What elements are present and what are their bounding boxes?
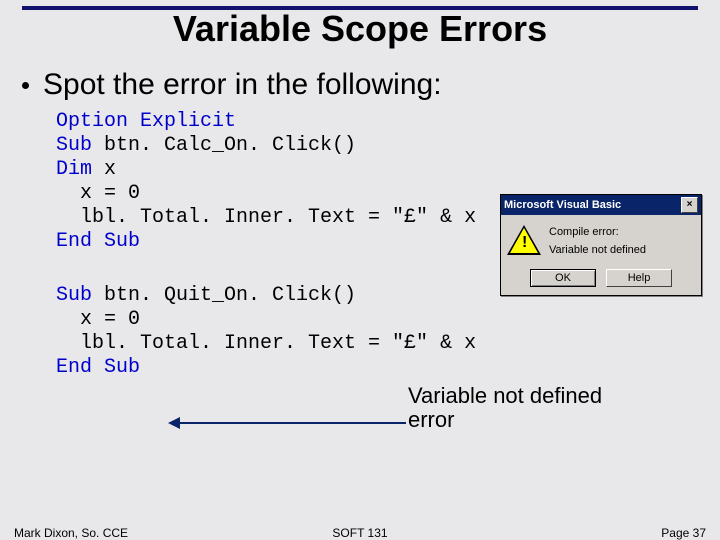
slide-footer: Mark Dixon, So. CCE SOFT 131 Page 37 — [0, 526, 720, 540]
dialog-msg-line1: Compile error: — [549, 225, 646, 239]
slide-title: Variable Scope Errors — [0, 8, 720, 50]
kw-sub-2: Sub — [56, 284, 92, 307]
ok-button[interactable]: OK — [530, 269, 596, 287]
close-icon[interactable]: × — [681, 197, 698, 213]
dialog-msg-line2: Variable not defined — [549, 243, 646, 257]
dim-var: x — [92, 158, 116, 181]
kw-option-explicit: Option Explicit — [56, 110, 236, 133]
annotation-arrow — [178, 422, 406, 424]
footer-left: Mark Dixon, So. CCE — [14, 526, 128, 540]
kw-end-sub-1: End Sub — [56, 230, 140, 253]
code-block-2: Sub btn. Quit_On. Click() x = 0 lbl. Tot… — [56, 284, 720, 380]
code1-l5: lbl. Total. Inner. Text = "£" & x — [56, 206, 476, 229]
annot-line1: Variable not defined — [408, 383, 602, 408]
kw-sub-1: Sub — [56, 134, 92, 157]
error-dialog: Microsoft Visual Basic × ! Compile error… — [500, 194, 702, 296]
kw-end-sub-2: End Sub — [56, 356, 140, 379]
footer-center: SOFT 131 — [332, 526, 387, 540]
annotation-label: Variable not defined error — [408, 384, 602, 432]
dialog-buttons: OK Help — [501, 265, 701, 295]
dialog-titlebar[interactable]: Microsoft Visual Basic × — [501, 195, 701, 215]
warning-icon: ! — [507, 225, 541, 259]
bullet-text: Spot the error in the following: — [43, 68, 442, 102]
bullet-icon — [22, 82, 29, 89]
annot-line2: error — [408, 407, 454, 432]
sub-name-1: btn. Calc_On. Click() — [92, 134, 356, 157]
help-button[interactable]: Help — [606, 269, 672, 287]
dialog-title-text: Microsoft Visual Basic — [504, 199, 681, 211]
code2-l3: lbl. Total. Inner. Text = "£" & x — [56, 332, 476, 355]
kw-dim: Dim — [56, 158, 92, 181]
dialog-message: Compile error: Variable not defined — [549, 225, 646, 259]
code2-l2: x = 0 — [56, 308, 140, 331]
code1-l4: x = 0 — [56, 182, 140, 205]
footer-right: Page 37 — [661, 526, 706, 540]
sub-name-2: btn. Quit_On. Click() — [92, 284, 356, 307]
bullet-row: Spot the error in the following: — [22, 68, 720, 102]
dialog-body: ! Compile error: Variable not defined — [501, 215, 701, 265]
